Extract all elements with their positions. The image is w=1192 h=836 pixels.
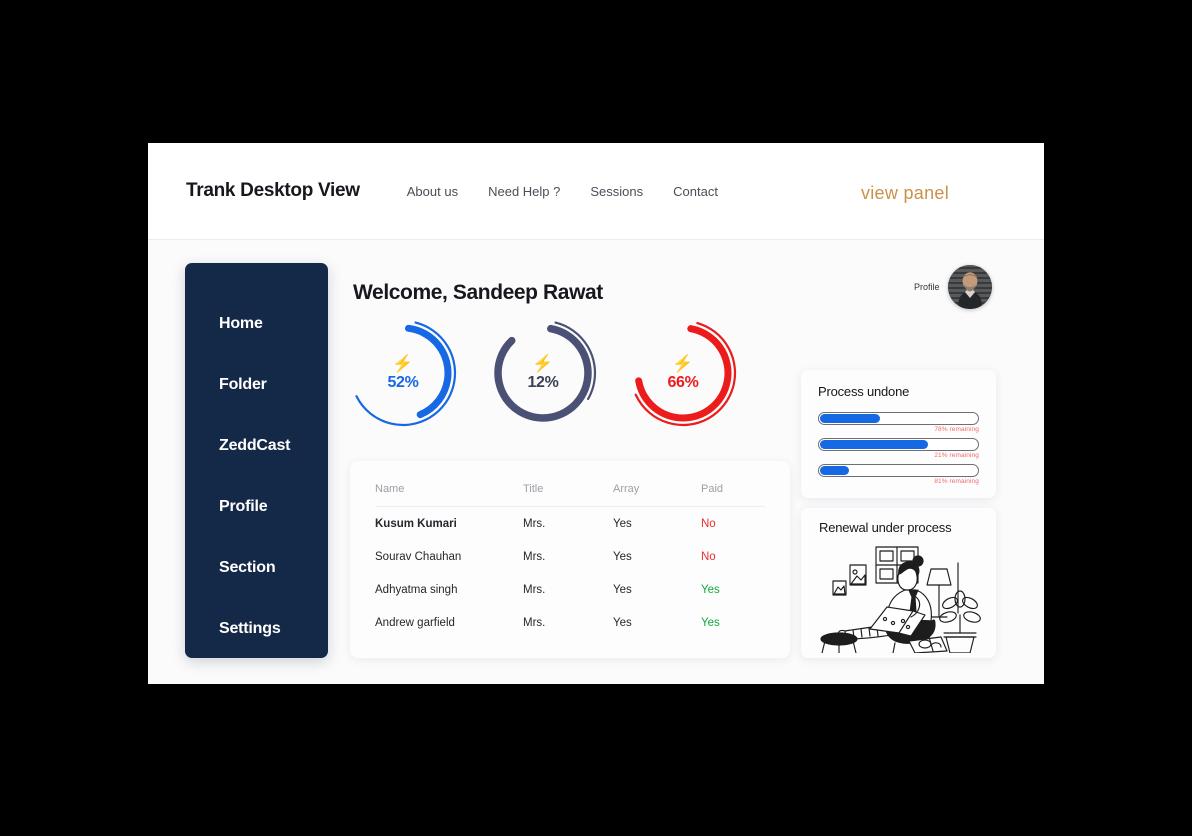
nav-link-sessions[interactable]: Sessions <box>590 184 643 199</box>
progress-bar-3-fill <box>820 466 849 475</box>
main-navigation: About us Need Help ? Sessions Contact <box>407 184 718 199</box>
progress-bar-1-fill <box>820 414 881 423</box>
profile-area[interactable]: Profile <box>914 265 992 309</box>
brand-title: Trank Desktop View <box>186 180 360 201</box>
table-row[interactable]: Adhyatma singh Mrs. Yes Yes <box>375 573 765 606</box>
progress-rings: ⚡ 52% ⚡ 12% ⚡ 66% <box>348 318 738 428</box>
column-header-title[interactable]: Title <box>523 483 613 507</box>
sidebar-item-zeddcast[interactable]: ZeddCast <box>185 415 328 476</box>
cell-paid: Yes <box>701 584 720 596</box>
table-row[interactable]: Kusum Kumari Mrs. Yes No <box>375 507 765 541</box>
progress-bar-2[interactable] <box>818 438 979 451</box>
cell-array: Yes <box>613 518 632 530</box>
progress-ring-1-content: ⚡ 52% <box>348 318 458 428</box>
cell-title: Mrs. <box>523 551 546 563</box>
progress-bar-1[interactable] <box>818 412 979 425</box>
progress-ring-1: ⚡ 52% <box>348 318 458 428</box>
cell-name: Sourav Chauhan <box>375 551 462 563</box>
table-row[interactable]: Sourav Chauhan Mrs. Yes No <box>375 540 765 573</box>
table-header-row: Name Title Array Paid <box>375 483 765 507</box>
renewal-title: Renewal under process <box>819 520 952 535</box>
nav-link-need-help[interactable]: Need Help ? <box>488 184 560 199</box>
lightning-bolt-icon: ⚡ <box>532 353 554 373</box>
app-window: Trank Desktop View About us Need Help ? … <box>148 143 1044 684</box>
progress-ring-3: ⚡ 66% <box>628 318 738 428</box>
progress-ring-3-value: 66% <box>667 373 699 391</box>
progress-ring-1-value: 52% <box>387 373 419 391</box>
progress-ring-2-value: 12% <box>527 373 559 391</box>
cell-name: Andrew garfield <box>375 617 455 629</box>
process-undone-card: Process undone 78% remaining 21% remaini… <box>801 370 996 498</box>
sidebar-item-folder[interactable]: Folder <box>185 354 328 415</box>
sidebar-item-profile[interactable]: Profile <box>185 476 328 537</box>
renewal-card: Renewal under process <box>801 508 996 658</box>
person-working-on-laptop-illustration <box>801 541 996 653</box>
cell-paid: Yes <box>701 617 720 629</box>
welcome-heading: Welcome, Sandeep Rawat <box>353 281 603 304</box>
nav-link-contact[interactable]: Contact <box>673 184 718 199</box>
process-bar-row-1: 78% remaining <box>818 412 979 433</box>
progress-bar-2-fill <box>820 440 929 449</box>
lightning-bolt-icon: ⚡ <box>392 353 414 373</box>
process-bars: 78% remaining 21% remaining 81% remainin… <box>818 412 979 485</box>
cell-array: Yes <box>613 551 632 563</box>
progress-bar-3-note: 81% remaining <box>934 478 979 485</box>
progress-ring-2-content: ⚡ 12% <box>488 318 598 428</box>
process-undone-title: Process undone <box>818 384 910 399</box>
sidebar: Home Folder ZeddCast Profile Section Set… <box>185 263 328 658</box>
cell-title: Mrs. <box>523 584 546 596</box>
cell-name: Adhyatma singh <box>375 584 458 596</box>
sidebar-item-home[interactable]: Home <box>185 293 328 354</box>
sidebar-item-section[interactable]: Section <box>185 537 328 598</box>
lightning-bolt-icon: ⚡ <box>672 353 694 373</box>
avatar[interactable] <box>947 265 992 309</box>
data-table: Name Title Array Paid Kusum Kumari Mrs. … <box>375 483 765 639</box>
data-table-card: Name Title Array Paid Kusum Kumari Mrs. … <box>350 461 790 658</box>
progress-bar-3[interactable] <box>818 464 979 477</box>
cell-title: Mrs. <box>523 617 546 629</box>
top-header: Trank Desktop View About us Need Help ? … <box>148 143 1044 240</box>
view-panel-link[interactable]: view panel <box>861 183 949 204</box>
progress-ring-2: ⚡ 12% <box>488 318 598 428</box>
cell-paid: No <box>701 518 716 530</box>
column-header-paid[interactable]: Paid <box>701 483 765 507</box>
column-header-array[interactable]: Array <box>613 483 701 507</box>
cell-title: Mrs. <box>523 518 546 530</box>
process-bar-row-2: 21% remaining <box>818 438 979 459</box>
workspace: Home Folder ZeddCast Profile Section Set… <box>148 240 1044 684</box>
process-bar-row-3: 81% remaining <box>818 464 979 485</box>
cell-array: Yes <box>613 617 632 629</box>
progress-ring-3-content: ⚡ 66% <box>628 318 738 428</box>
cell-paid: No <box>701 551 716 563</box>
profile-label: Profile <box>914 282 940 292</box>
progress-bar-2-note: 21% remaining <box>934 452 979 459</box>
sidebar-item-settings[interactable]: Settings <box>185 598 328 659</box>
cell-array: Yes <box>613 584 632 596</box>
table-row[interactable]: Andrew garfield Mrs. Yes Yes <box>375 606 765 639</box>
column-header-name[interactable]: Name <box>375 483 523 507</box>
nav-link-about-us[interactable]: About us <box>407 184 458 199</box>
cell-name: Kusum Kumari <box>375 518 457 530</box>
progress-bar-1-note: 78% remaining <box>934 426 979 433</box>
